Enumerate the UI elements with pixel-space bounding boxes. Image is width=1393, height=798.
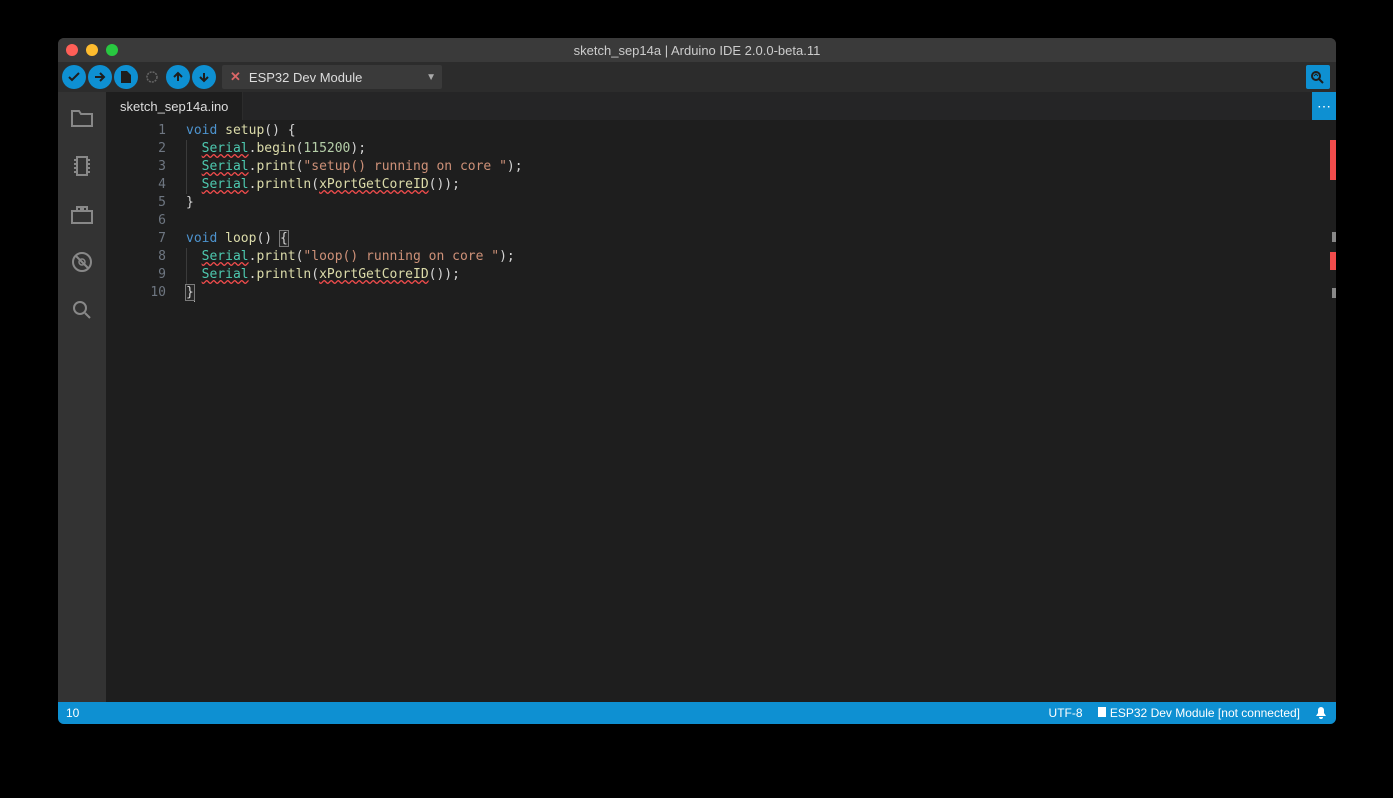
ellipsis-icon: ⋯ [1317,98,1331,115]
upload-button[interactable] [88,65,112,89]
status-bar: 10 UTF-8 ESP32 Dev Module [not connected… [58,702,1336,724]
magnify-plot-icon [1310,70,1326,84]
code-area[interactable]: void setup() { Serial.begin(115200); Ser… [178,120,1336,702]
notifications-button[interactable] [1314,706,1328,720]
activity-bar [58,92,106,702]
code-editor[interactable]: 12345678910 void setup() { Serial.begin(… [106,120,1336,702]
check-icon [67,70,81,84]
gear-icon [144,69,160,85]
search-icon [71,299,93,321]
toolbar: ✕ ESP32 Dev Module ▼ [58,62,1336,92]
status-board-label: ESP32 Dev Module [not connected] [1110,706,1300,720]
boards-manager-button[interactable] [68,152,96,180]
debug-button[interactable] [140,65,164,89]
board-selector-label: ESP32 Dev Module [249,70,362,85]
app-window: sketch_sep14a | Arduino IDE 2.0.0-beta.1… [58,38,1336,724]
tab-overflow-button[interactable]: ⋯ [1312,92,1336,120]
window-title: sketch_sep14a | Arduino IDE 2.0.0-beta.1… [574,43,821,58]
minimize-window[interactable] [86,44,98,56]
line-gutter: 12345678910 [106,120,178,702]
sketchbook-button[interactable] [68,104,96,132]
status-board[interactable]: ESP32 Dev Module [not connected] [1097,706,1300,720]
file-icon [120,70,132,84]
not-connected-icon: ✕ [230,69,241,85]
bell-icon [1314,706,1328,720]
open-button[interactable] [166,65,190,89]
arrow-right-icon [93,70,107,84]
save-button[interactable] [192,65,216,89]
tab-sketch[interactable]: sketch_sep14a.ino [106,92,243,120]
arrow-up-icon [172,71,184,83]
chevron-down-icon: ▼ [426,72,436,83]
search-button[interactable] [68,296,96,324]
status-encoding[interactable]: UTF-8 [1049,706,1083,720]
verify-button[interactable] [62,65,86,89]
folder-icon [70,107,94,129]
chip-small-icon [1097,706,1107,718]
new-sketch-button[interactable] [114,65,138,89]
status-line-number[interactable]: 10 [66,706,79,720]
bug-icon [70,250,94,274]
tab-label: sketch_sep14a.ino [120,99,228,114]
board-selector[interactable]: ✕ ESP32 Dev Module ▼ [222,65,442,89]
serial-plotter-button[interactable] [1306,65,1330,89]
close-window[interactable] [66,44,78,56]
titlebar: sketch_sep14a | Arduino IDE 2.0.0-beta.1… [58,38,1336,62]
editor-tabs: sketch_sep14a.ino ⋯ [106,92,1336,120]
library-manager-button[interactable] [68,200,96,228]
overview-ruler[interactable] [1328,120,1336,702]
maximize-window[interactable] [106,44,118,56]
books-icon [70,203,94,225]
arrow-down-icon [198,71,210,83]
chip-icon [72,153,92,179]
debug-panel-button[interactable] [68,248,96,276]
traffic-lights [66,44,118,56]
